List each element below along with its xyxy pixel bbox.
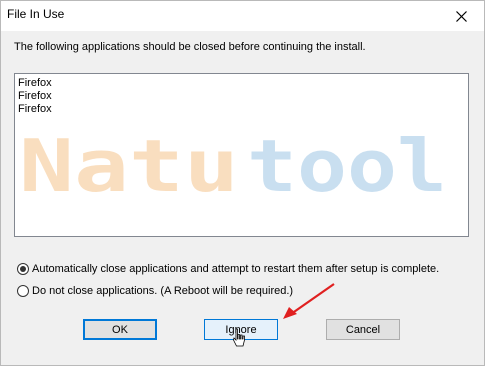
do-not-close-option[interactable]: Do not close applications. (A Reboot wil… [17, 285, 293, 297]
window-title: File In Use [7, 7, 65, 21]
list-item[interactable]: Firefox [18, 77, 52, 90]
do-not-close-radio[interactable] [17, 285, 29, 297]
auto-close-label[interactable]: Automatically close applications and att… [32, 263, 439, 275]
dialog-message: The following applications should be clo… [14, 41, 366, 53]
list-item[interactable]: Firefox [18, 90, 52, 103]
ok-button[interactable]: OK [83, 319, 157, 340]
title-bar: File In Use [1, 1, 484, 31]
auto-close-radio[interactable] [17, 263, 29, 275]
cancel-button[interactable]: Cancel [326, 319, 400, 340]
file-in-use-dialog: File In Use The following applications s… [0, 0, 485, 366]
annotation-arrow-icon [283, 283, 335, 319]
do-not-close-label[interactable]: Do not close applications. (A Reboot wil… [32, 285, 293, 297]
auto-close-option[interactable]: Automatically close applications and att… [17, 263, 439, 275]
mouse-cursor-icon [233, 328, 245, 347]
close-icon [455, 10, 467, 22]
close-button[interactable] [438, 1, 484, 31]
applications-list[interactable]: Firefox Firefox Firefox [14, 73, 469, 237]
list-item[interactable]: Firefox [18, 103, 52, 116]
